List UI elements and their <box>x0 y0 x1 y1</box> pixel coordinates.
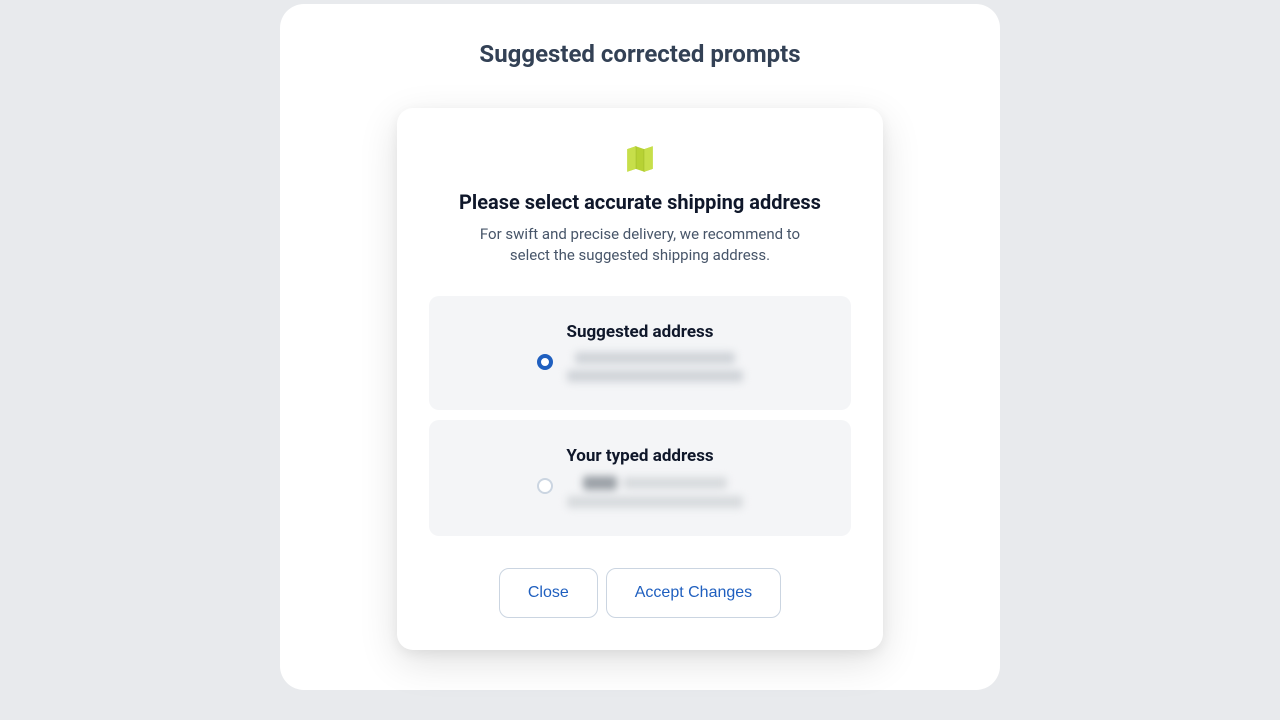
modal-button-row: Close Accept Changes <box>499 568 781 618</box>
modal-description: For swift and precise delivery, we recom… <box>460 224 820 266</box>
outer-card: Suggested corrected prompts Please selec… <box>280 4 1000 690</box>
radio-typed[interactable] <box>537 478 553 494</box>
radio-suggested[interactable] <box>537 354 553 370</box>
option-suggested-address[interactable]: Suggested address <box>429 296 851 410</box>
page-title: Suggested corrected prompts <box>479 40 800 68</box>
typed-address-text <box>567 476 743 508</box>
suggested-address-text <box>567 352 743 382</box>
address-modal: Please select accurate shipping address … <box>397 108 883 650</box>
option-typed-title: Your typed address <box>566 446 713 466</box>
map-icon <box>623 142 657 180</box>
option-suggested-title: Suggested address <box>566 322 713 342</box>
close-button[interactable]: Close <box>499 568 598 618</box>
accept-changes-button[interactable]: Accept Changes <box>606 568 781 618</box>
modal-title: Please select accurate shipping address <box>459 190 821 214</box>
option-typed-address[interactable]: Your typed address <box>429 420 851 536</box>
